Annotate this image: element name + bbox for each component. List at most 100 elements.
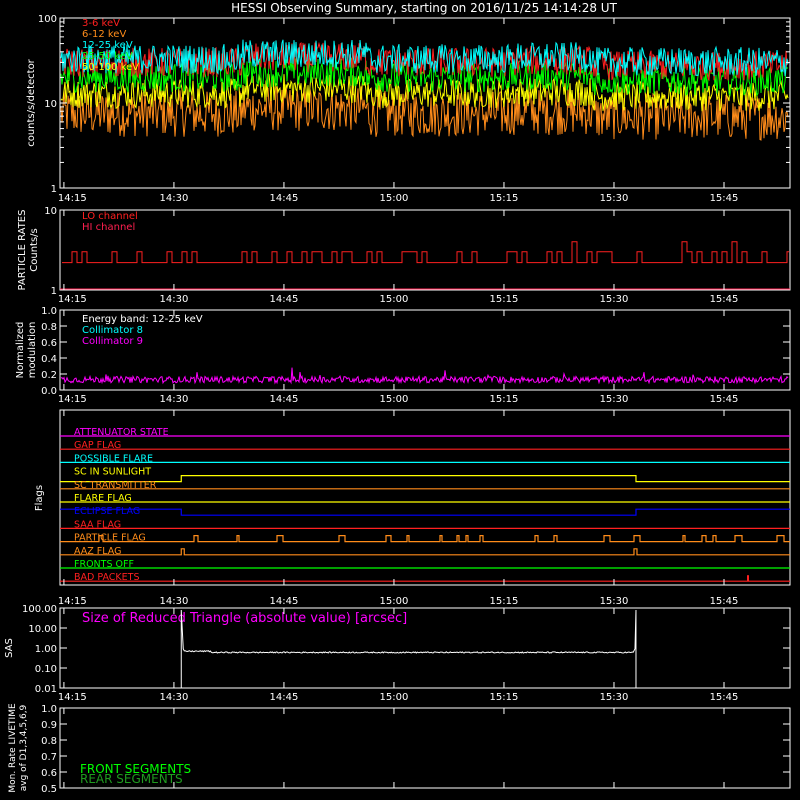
count-rates-series [60,39,789,141]
flag-line [60,548,790,556]
legend-entry: 12-25 keV [82,40,133,51]
y-tick-label: 1.0 [41,704,57,715]
x-tick-label: 14:45 [270,692,299,703]
x-tick-label: 15:15 [490,692,519,703]
x-tick-label: 15:45 [710,596,739,607]
particle-rates-frame [59,209,791,291]
x-tick-label: 15:30 [600,193,629,204]
particle-rates-legend: LO channelHI channel [82,211,138,233]
y-tick-label: 0.5 [41,784,57,795]
flag-label: SC IN SUNLIGHT [74,467,151,478]
livetime-ylabel: Mon. Rate LIVETIMEavg of D1,3,4,5,6,9 [8,703,29,793]
y-tick-label: 0.01 [35,684,57,695]
livetime-legend: FRONT SEGMENTSREAR SEGMENTS [80,762,191,786]
y-tick-label: 0.8 [41,736,57,747]
x-tick-label: 15:45 [710,294,739,305]
legend-entry: 25-50 keV [82,51,133,62]
x-tick-label: 15:30 [600,294,629,305]
chart-title: HESSI Observing Summary, starting on 201… [231,1,617,15]
x-tick-label: 15:00 [380,294,409,305]
y-tick-label: 0.2 [41,370,57,381]
particle-rates-series [60,241,790,290]
flag-label: ECLIPSE FLAG [74,506,140,517]
particle-rates-panel: PARTICLE RATESCounts/s 1 10 LO channelHI … [17,206,791,297]
flag-line [60,535,790,543]
x-tick-label: 14:15 [58,193,87,204]
flags-panel: Flags ATTENUATOR STATEGAP FLAGPOSSIBLE F… [34,409,791,586]
y-tick-label: 0.10 [35,664,57,675]
x-tick-label: 14:45 [270,394,299,405]
x-tick-label: 14:15 [58,394,87,405]
x-tick-label: 15:45 [710,193,739,204]
x-tick-label: 15:15 [490,394,519,405]
x-tick-label: 15:15 [490,193,519,204]
x-tick-label: 14:45 [270,596,299,607]
legend-entry: 50-100 keV [82,62,139,73]
sas-ylabel: SAS [4,638,15,658]
y-tick-label: 0.6 [41,338,57,349]
x-tick-label: 15:15 [490,294,519,305]
legend-entry: REAR SEGMENTS [80,772,183,786]
x-tick-label: 15:00 [380,692,409,703]
x-tick-label: 15:30 [600,394,629,405]
y-tick-label: 0.6 [41,768,57,779]
flag-line [60,475,790,483]
flag-line [60,508,790,516]
legend-entry: 3-6 keV [82,18,120,29]
y-tick-label: 1 [51,286,57,297]
x-tick-label: 14:15 [58,596,87,607]
y-tick-label: 1 [51,184,57,195]
x-tick-label: 14:30 [160,596,189,607]
modulation-panel: Normalizedmodulation Energy band: 12-25 … [15,306,791,397]
x-tick-label: 14:15 [58,692,87,703]
x-tick-label: 15:00 [380,193,409,204]
legend-entry: Collimator 8 [82,325,143,336]
x-tick-label: 14:30 [160,394,189,405]
count-rates-panel: counts/s/detector 1 10 100 3-6 keV6-12 keV… [26,14,791,195]
x-tick-label: 15:45 [710,394,739,405]
y-tick-label: 100.00 [22,604,57,615]
x-tick-label: 14:15 [58,294,87,305]
legend-entry: HI channel [82,222,135,233]
modulation-annotation: Energy band: 12-25 keV [82,314,203,325]
sas-annotation: Size of Reduced Triangle (absolute value… [82,611,407,626]
legend-entry: 6-12 keV [82,29,126,40]
summary-figure: HESSI Observing Summary, starting on 201… [4,1,791,795]
x-tick-label: 14:30 [160,692,189,703]
x-tick-label: 15:00 [380,394,409,405]
lo-channel-line [62,241,789,264]
modulation-series [60,367,789,385]
count-rates-ylabel: counts/s/detector [26,58,37,146]
sas-panel: SAS Size of Reduced Triangle (absolute v… [4,604,791,695]
x-tick-label: 14:30 [160,294,189,305]
y-tick-label: 0.0 [41,386,57,397]
y-tick-label: 0.7 [41,752,57,763]
modulation-legend: Collimator 8Collimator 9 [82,325,143,347]
y-tick-label: 0.8 [41,322,57,333]
y-tick-label: 1.00 [35,644,57,655]
modulation-ylabel: Normalizedmodulation [15,322,38,379]
x-tick-label: 15:00 [380,596,409,607]
legend-entry: LO channel [82,211,138,222]
y-tick-label: 10.00 [28,624,57,635]
particle-rates-ylabel: PARTICLE RATESCounts/s [17,210,40,291]
y-tick-label: 1.0 [41,306,57,317]
y-tick-label: 10 [44,99,57,110]
flags-series: ATTENUATOR STATEGAP FLAGPOSSIBLE FLARESC… [60,427,790,583]
count-rates-legend: 3-6 keV6-12 keV12-25 keV25-50 keV50-100 … [82,18,139,73]
x-tick-label: 14:45 [270,193,299,204]
y-tick-label: 10 [44,206,57,217]
flags-ylabel: Flags [34,485,45,511]
y-tick-label: 0.9 [41,720,57,731]
x-tick-label: 15:15 [490,596,519,607]
modulation-line [60,367,789,385]
x-tick-label: 14:30 [160,193,189,204]
x-tick-label: 14:45 [270,294,299,305]
legend-entry: Collimator 9 [82,336,143,347]
y-tick-label: 100 [38,14,57,25]
x-tick-label: 15:30 [600,596,629,607]
livetime-panel: Mon. Rate LIVETIMEavg of D1,3,4,5,6,9 0.… [8,703,791,795]
x-tick-label: 15:30 [600,692,629,703]
y-tick-label: 0.4 [41,354,57,365]
x-tick-label: 15:45 [710,692,739,703]
